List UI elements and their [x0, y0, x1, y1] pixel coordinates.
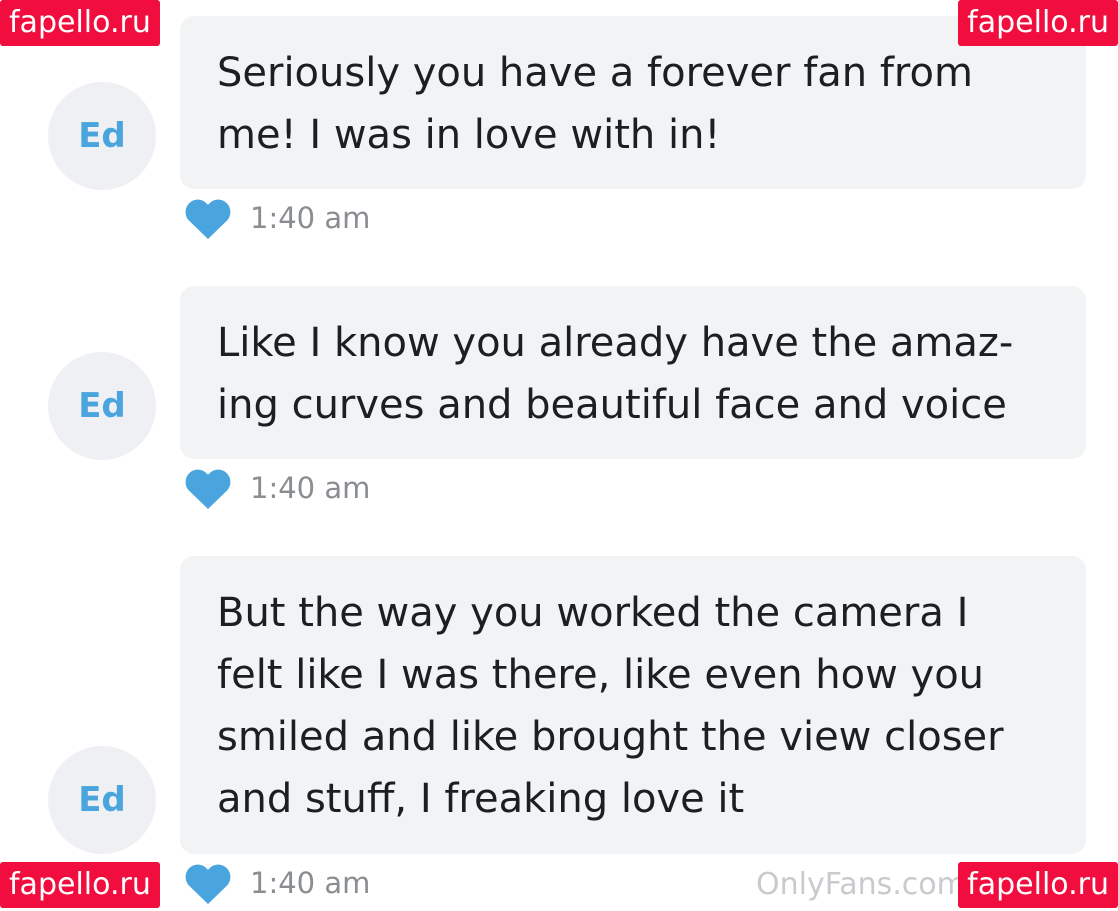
watermark-top-right: fapello.ru [958, 0, 1118, 46]
message-timestamp: 1:40 am [250, 866, 371, 900]
message-meta: 1:40 am [184, 464, 370, 512]
heart-icon[interactable] [184, 466, 232, 510]
watermark-bottom-right: fapello.ru [958, 862, 1118, 908]
message-bubble[interactable]: Like I know you already have the amaz- i… [180, 286, 1086, 459]
message-bubble[interactable]: But the way you worked the camera I felt… [180, 556, 1086, 854]
heart-icon[interactable] [184, 196, 232, 240]
watermark-bottom-left: fapello.ru [0, 862, 160, 908]
avatar[interactable]: Ed [48, 746, 156, 854]
avatar[interactable]: Ed [48, 352, 156, 460]
avatar[interactable]: Ed [48, 82, 156, 190]
message-meta: 1:40 am [184, 859, 370, 907]
footer-brand: OnlyFans.com [756, 867, 966, 902]
message-timestamp: 1:40 am [250, 471, 371, 505]
heart-icon[interactable] [184, 861, 232, 905]
message-meta: 1:40 am [184, 194, 370, 242]
watermark-top-left: fapello.ru [0, 0, 160, 46]
message-bubble[interactable]: Seriously you have a forever fan from me… [180, 16, 1086, 189]
message-timestamp: 1:40 am [250, 201, 371, 235]
